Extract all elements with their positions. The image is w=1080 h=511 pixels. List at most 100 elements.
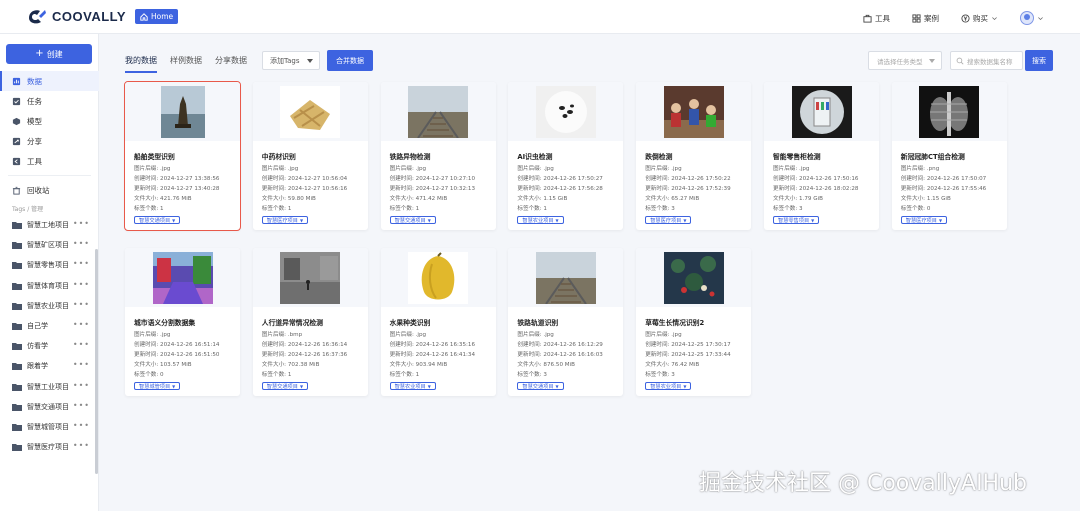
search-button[interactable]: 搜索: [1025, 50, 1053, 71]
sidebar-project-item[interactable]: 智慧农业项目 •••: [0, 296, 99, 316]
sidebar-project-item[interactable]: 仿看学 •••: [0, 336, 99, 356]
more-icon[interactable]: •••: [73, 361, 90, 369]
dataset-title[interactable]: 草莓生长情况识别2: [645, 317, 704, 327]
dataset-thumbnail[interactable]: [891, 82, 1007, 141]
user-menu[interactable]: [1020, 11, 1044, 25]
dataset-thumbnail[interactable]: [252, 82, 368, 141]
dataset-thumbnail[interactable]: [636, 248, 752, 307]
sidebar-item-trash[interactable]: 回收站: [0, 180, 99, 200]
more-icon[interactable]: •••: [73, 280, 90, 288]
dataset-title[interactable]: 新冠冠肺CT组合检测: [901, 151, 965, 161]
task-type-select[interactable]: 请选择任务类型: [868, 51, 942, 70]
dataset-title[interactable]: AI识虫检测: [517, 151, 552, 161]
project-badge[interactable]: 智慧医疗项目 ▼: [261, 216, 309, 224]
dataset-card[interactable]: 草莓生长情况识别2 图片后缀: .jpg 创建时间: 2024-12-25 17:3…: [636, 248, 752, 396]
dataset-thumbnail[interactable]: [125, 248, 240, 307]
project-badge[interactable]: 智慧城管项目 ▼: [134, 382, 181, 390]
more-icon[interactable]: •••: [73, 220, 90, 228]
scrollbar[interactable]: [95, 249, 98, 474]
folder-icon: [12, 282, 22, 290]
more-icon[interactable]: •••: [73, 240, 90, 248]
purchase-menu[interactable]: 购买: [961, 13, 998, 24]
project-badge[interactable]: 智慧农业项目 ▼: [645, 382, 692, 390]
model-icon: [12, 117, 21, 125]
more-icon[interactable]: •••: [73, 320, 90, 328]
dataset-card[interactable]: AI识虫检测 图片后缀: .jpg 创建时间: 2024-12-26 17:50:2…: [508, 82, 624, 230]
dataset-title[interactable]: 铁路异物检测: [390, 151, 431, 161]
dataset-card[interactable]: 人行道异常情况检测 图片后缀: .bmp 创建时间: 2024-12-26 16:3…: [252, 248, 368, 396]
project-badge[interactable]: 智慧零售项目 ▼: [773, 216, 820, 224]
brand-logo[interactable]: COOVALLY: [27, 8, 126, 24]
dataset-card[interactable]: 水果种类识别 图片后缀: .jpg 创建时间: 2024-12-26 16:35:1…: [380, 248, 496, 396]
dataset-title[interactable]: 人行道异常情况检测: [262, 317, 323, 327]
tab-my-data[interactable]: 我的数据: [125, 55, 157, 73]
dataset-thumbnail[interactable]: [380, 248, 496, 307]
sidebar-project-item[interactable]: 跟着学 •••: [0, 356, 99, 376]
dataset-file-size: 文件大小: 103.57 MiB: [134, 362, 192, 368]
more-icon[interactable]: •••: [73, 421, 90, 429]
tab-shared-data[interactable]: 分享数据: [215, 55, 247, 73]
project-badge[interactable]: 智慧交通项目 ▼: [261, 382, 309, 390]
project-badge[interactable]: 智慧交通项目 ▼: [134, 216, 181, 224]
more-icon[interactable]: •••: [73, 300, 90, 308]
dataset-thumbnail[interactable]: [764, 82, 879, 141]
dataset-title[interactable]: 跌倒检测: [645, 151, 672, 161]
sidebar-project-item[interactable]: 智慧工业项目 •••: [0, 377, 99, 397]
dataset-title[interactable]: 铁路轨道识别: [517, 317, 558, 327]
more-icon[interactable]: •••: [73, 401, 90, 409]
more-icon[interactable]: •••: [73, 442, 90, 450]
dataset-thumbnail[interactable]: [508, 248, 624, 307]
project-badge[interactable]: 智慧交通项目 ▼: [517, 382, 564, 390]
dataset-title[interactable]: 水果种类识别: [390, 317, 431, 327]
sidebar-item-tasks[interactable]: 任务: [0, 91, 99, 111]
dataset-card[interactable]: 新冠冠肺CT组合检测 图片后缀: .png 创建时间: 2024-12-26 17:…: [891, 82, 1007, 230]
sidebar-item-data[interactable]: 数据: [0, 71, 99, 91]
dataset-card[interactable]: 智能零售柜检测 图片后缀: .jpg 创建时间: 2024-12-26 17:50:…: [764, 82, 879, 230]
dataset-thumbnail[interactable]: [380, 82, 496, 141]
home-button[interactable]: Home: [135, 9, 179, 24]
sidebar-item-share[interactable]: 分享: [0, 131, 99, 151]
dataset-file-type: 图片后缀: .png: [900, 166, 940, 172]
sidebar-project-item[interactable]: 智慧零售项目 •••: [0, 255, 99, 275]
tab-sample-data[interactable]: 样例数据: [170, 55, 202, 73]
project-badge[interactable]: 智慧医疗项目 ▼: [900, 216, 948, 224]
dataset-card[interactable]: 船舶类型识别 图片后缀: .jpg 创建时间: 2024-12-27 13:38:5…: [124, 81, 241, 231]
sidebar-project-item[interactable]: 智慧矿区项目 •••: [0, 235, 99, 255]
cases-menu[interactable]: 案例: [912, 13, 939, 24]
dataset-thumbnail[interactable]: [636, 82, 752, 141]
dataset-thumbnail[interactable]: [125, 82, 240, 141]
dataset-card[interactable]: 跌倒检测 图片后缀: .jpg 创建时间: 2024-12-26 17:50:22 更…: [636, 82, 752, 230]
dataset-title[interactable]: 智能零售柜检测: [773, 151, 821, 161]
sidebar-project-item[interactable]: 智慧体育项目 •••: [0, 276, 99, 296]
sidebar-project-item[interactable]: 自己学 •••: [0, 316, 99, 336]
dataset-title[interactable]: 中药材识别: [262, 151, 296, 161]
dataset-card[interactable]: 铁路异物检测 图片后缀: .jpg 创建时间: 2024-12-27 10:27:1…: [380, 82, 496, 230]
add-tags-select[interactable]: 添加Tags: [262, 51, 320, 70]
more-icon[interactable]: •••: [73, 381, 90, 389]
project-badge[interactable]: 智慧农业项目 ▼: [389, 382, 436, 390]
more-icon[interactable]: •••: [73, 260, 90, 268]
sidebar-project-item[interactable]: 智慧工地项目 •••: [0, 215, 99, 235]
chevron-down-icon: ▼: [683, 217, 687, 223]
dataset-title[interactable]: 船舶类型识别: [134, 151, 175, 161]
sidebar-item-models[interactable]: 模型: [0, 111, 99, 131]
dataset-title[interactable]: 城市语义分割数据集: [134, 317, 195, 327]
sidebar-project-item[interactable]: 智慧交通项目 •••: [0, 397, 99, 417]
tools-menu[interactable]: 工具: [863, 13, 890, 24]
sidebar-item-tools[interactable]: 工具: [0, 151, 99, 171]
sidebar-project-item[interactable]: 智慧城管项目 •••: [0, 417, 99, 437]
sidebar-project-item[interactable]: 智慧医疗项目 •••: [0, 437, 99, 457]
project-badge[interactable]: 智慧交通项目 ▼: [389, 216, 436, 224]
merge-data-button[interactable]: 合并数据: [327, 50, 373, 71]
dataset-card[interactable]: 中药材识别 图片后缀: .jpg 创建时间: 2024-12-27 10:56:04…: [252, 82, 368, 230]
dataset-card[interactable]: 城市语义分割数据集 图片后缀: .jpg 创建时间: 2024-12-26 16:5…: [125, 248, 240, 396]
dataset-thumbnail[interactable]: [252, 248, 368, 307]
dataset-card[interactable]: 铁路轨道识别 图片后缀: .jpg 创建时间: 2024-12-26 16:12:2…: [508, 248, 624, 396]
create-button[interactable]: + 创建: [6, 44, 92, 64]
more-icon[interactable]: •••: [73, 341, 90, 349]
search-input[interactable]: 搜索数据集名称: [950, 51, 1023, 70]
dataset-thumbnail[interactable]: [508, 82, 624, 141]
project-label: 智慧城管项目: [27, 422, 69, 431]
project-badge[interactable]: 智慧医疗项目 ▼: [645, 216, 692, 224]
project-badge[interactable]: 智慧农业项目 ▼: [517, 216, 564, 224]
